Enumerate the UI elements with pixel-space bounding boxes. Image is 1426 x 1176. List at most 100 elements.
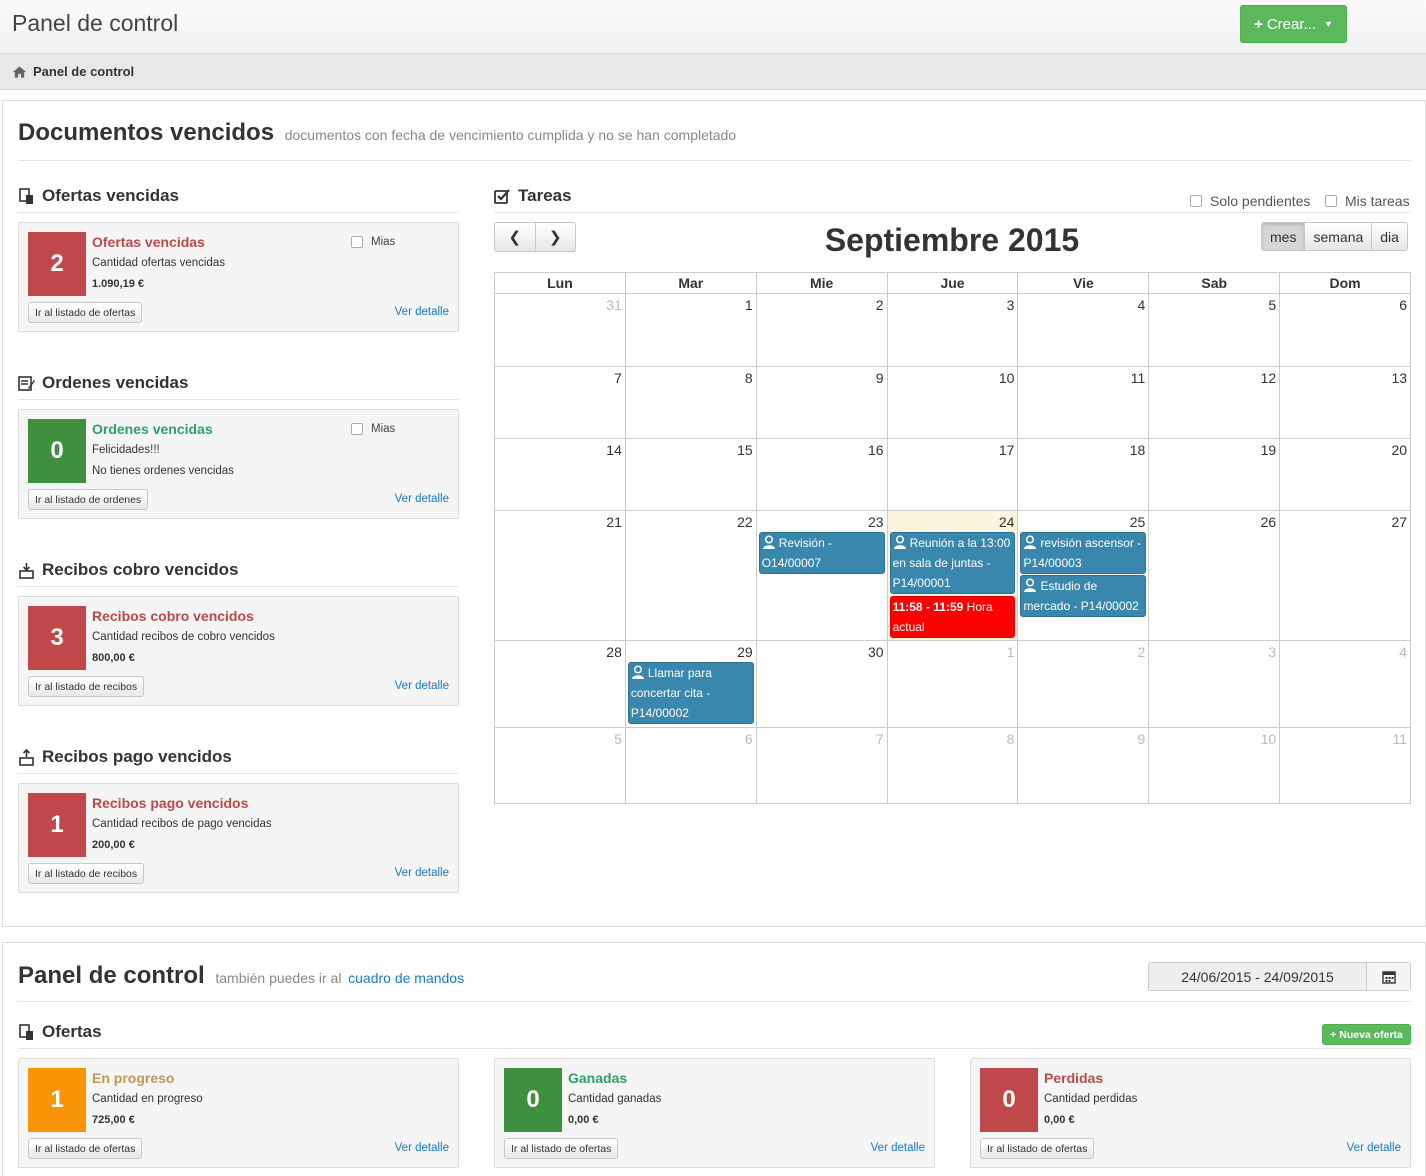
only-pending-checkbox[interactable]: Solo pendientes (1190, 193, 1310, 209)
day-cell[interactable]: 6 (624, 728, 756, 803)
day-cell[interactable]: 11 (1017, 367, 1148, 438)
detail-link[interactable]: Ver detalle (395, 493, 449, 505)
view-week-button[interactable]: semana (1304, 223, 1372, 250)
day-cell[interactable]: 7 (755, 728, 887, 803)
date-range-value[interactable]: 24/06/2015 - 24/09/2015 (1149, 963, 1366, 990)
card-title[interactable]: Ordenes vencidas (92, 421, 213, 437)
card-title[interactable]: Perdidas (1044, 1070, 1103, 1086)
detail-link[interactable]: Ver detalle (395, 306, 449, 318)
day-cell[interactable]: 1 (886, 641, 1018, 727)
calendar-event[interactable]: Reunión a la 13:00 en sala de juntas - P… (889, 532, 1016, 594)
day-cell[interactable]: 18 (1017, 439, 1148, 510)
day-cell[interactable]: 20 (1279, 439, 1410, 510)
calendar-event[interactable]: Revisión - O14/00007 (758, 532, 885, 574)
heading-text: Tareas (518, 186, 572, 205)
day-cell[interactable]: 19 (1148, 439, 1279, 510)
mias-checkbox[interactable]: Mias (351, 236, 395, 248)
day-cell[interactable]: 9 (1017, 728, 1148, 803)
checkbox[interactable] (351, 236, 363, 248)
view-month-button[interactable]: mes (1262, 223, 1305, 250)
edit-document-icon (18, 375, 35, 391)
card-title[interactable]: Recibos pago vencidos (92, 795, 248, 811)
next-month-button[interactable]: ❯ (536, 223, 576, 251)
calendar-button[interactable] (1366, 963, 1410, 990)
day-cell[interactable]: 6 (1279, 294, 1410, 366)
day-cell[interactable]: 8 (886, 728, 1018, 803)
user-icon (631, 665, 644, 679)
breadcrumb[interactable]: Panel de control (12, 64, 134, 79)
day-cell[interactable]: 30 (755, 641, 887, 727)
go-to-list-button[interactable]: Ir al listado de recibos (28, 863, 145, 884)
day-cell[interactable]: 4 (1017, 294, 1148, 366)
day-cell[interactable]: 23 Revisión - O14/00007 (755, 511, 887, 640)
my-tasks-checkbox[interactable]: Mis tareas (1325, 193, 1410, 209)
create-button[interactable]: + Crear... ▼ (1240, 5, 1347, 43)
divider (494, 212, 1411, 213)
day-cell[interactable]: 13 (1279, 367, 1410, 438)
dashboard-link[interactable]: cuadro de mandos (348, 970, 464, 986)
day-cell-today[interactable]: 24 Reunión a la 13:00 en sala de juntas … (886, 511, 1018, 640)
card-title[interactable]: Ganadas (568, 1070, 627, 1086)
day-cell[interactable]: 9 (755, 367, 887, 438)
day-cell[interactable]: 2 (755, 294, 887, 366)
day-cell[interactable]: 25 revisión ascensor - P14/00003 Estudio… (1017, 511, 1148, 640)
day-cell[interactable]: 8 (624, 367, 756, 438)
day-cell[interactable]: 5 (495, 728, 625, 803)
detail-link[interactable]: Ver detalle (1347, 1142, 1401, 1154)
day-cell[interactable]: 22 (624, 511, 756, 640)
card-title[interactable]: En progreso (92, 1070, 174, 1086)
day-cell[interactable]: 4 (1279, 641, 1410, 727)
day-cell[interactable]: 3 (1148, 641, 1279, 727)
go-to-list-button[interactable]: Ir al listado de ofertas (504, 1138, 619, 1159)
count-badge: 0 (980, 1068, 1038, 1132)
prev-month-button[interactable]: ❮ (495, 223, 536, 251)
day-cell[interactable]: 14 (495, 439, 625, 510)
day-cell[interactable]: 28 (495, 641, 625, 727)
heading-text: Recibos pago vencidos (42, 747, 232, 766)
day-cell[interactable]: 10 (1148, 728, 1279, 803)
calendar-event[interactable]: Estudio de mercado - P14/00002 (1020, 575, 1147, 617)
date-range-picker[interactable]: 24/06/2015 - 24/09/2015 (1148, 962, 1411, 991)
day-cell[interactable]: 29 Llamar para concertar cita - P14/0000… (624, 641, 756, 727)
detail-link[interactable]: Ver detalle (395, 680, 449, 692)
calendar-event[interactable]: revisión ascensor - P14/00003 (1020, 532, 1147, 574)
checkbox[interactable] (1325, 195, 1337, 207)
overdue-receivables-heading: Recibos cobro vencidos (18, 560, 239, 580)
calendar-event[interactable]: Llamar para concertar cita - P14/00002 (627, 662, 754, 724)
day-cell[interactable]: 27 (1279, 511, 1410, 640)
card-title[interactable]: Ofertas vencidas (92, 234, 205, 250)
go-to-list-button[interactable]: Ir al listado de ordenes (28, 489, 149, 510)
checkbox[interactable] (351, 423, 363, 435)
day-cell[interactable]: 2 (1017, 641, 1148, 727)
day-cell[interactable]: 16 (755, 439, 887, 510)
day-cell[interactable]: 1 (624, 294, 756, 366)
day-cell[interactable]: 7 (495, 367, 625, 438)
day-cell[interactable]: 3 (886, 294, 1018, 366)
mias-checkbox[interactable]: Mias (351, 423, 395, 435)
day-cell[interactable]: 5 (1148, 294, 1279, 366)
detail-link[interactable]: Ver detalle (395, 1142, 449, 1154)
day-cell[interactable]: 26 (1148, 511, 1279, 640)
go-to-list-button[interactable]: Ir al listado de recibos (28, 676, 145, 697)
card-title[interactable]: Recibos cobro vencidos (92, 608, 254, 624)
new-offer-button[interactable]: + Nueva oferta (1322, 1024, 1411, 1045)
day-cell[interactable]: 11 (1279, 728, 1410, 803)
detail-link[interactable]: Ver detalle (395, 867, 449, 879)
day-cell[interactable]: 12 (1148, 367, 1279, 438)
day-cell[interactable]: 31 (495, 294, 625, 366)
current-time-event[interactable]: 11:58 - 11:59 Hora actual (889, 596, 1016, 638)
day-number: 5 (1268, 297, 1277, 313)
day-cell[interactable]: 21 (495, 511, 625, 640)
view-day-button[interactable]: dia (1371, 223, 1407, 250)
detail-link[interactable]: Ver detalle (871, 1142, 925, 1154)
offers-lost-card: 0 Perdidas Cantidad perdidas 0,00 € Ir a… (970, 1058, 1411, 1168)
go-to-list-button[interactable]: Ir al listado de ofertas (28, 302, 143, 323)
day-cell[interactable]: 10 (886, 367, 1018, 438)
day-cell[interactable]: 15 (624, 439, 756, 510)
checkbox[interactable] (1190, 195, 1202, 207)
go-to-list-button[interactable]: Ir al listado de ofertas (28, 1138, 143, 1159)
day-cell[interactable]: 17 (886, 439, 1018, 510)
go-to-list-button[interactable]: Ir al listado de ofertas (980, 1138, 1095, 1159)
day-number: 13 (1391, 370, 1408, 386)
overdue-title-text: Documentos vencidos (18, 119, 275, 146)
